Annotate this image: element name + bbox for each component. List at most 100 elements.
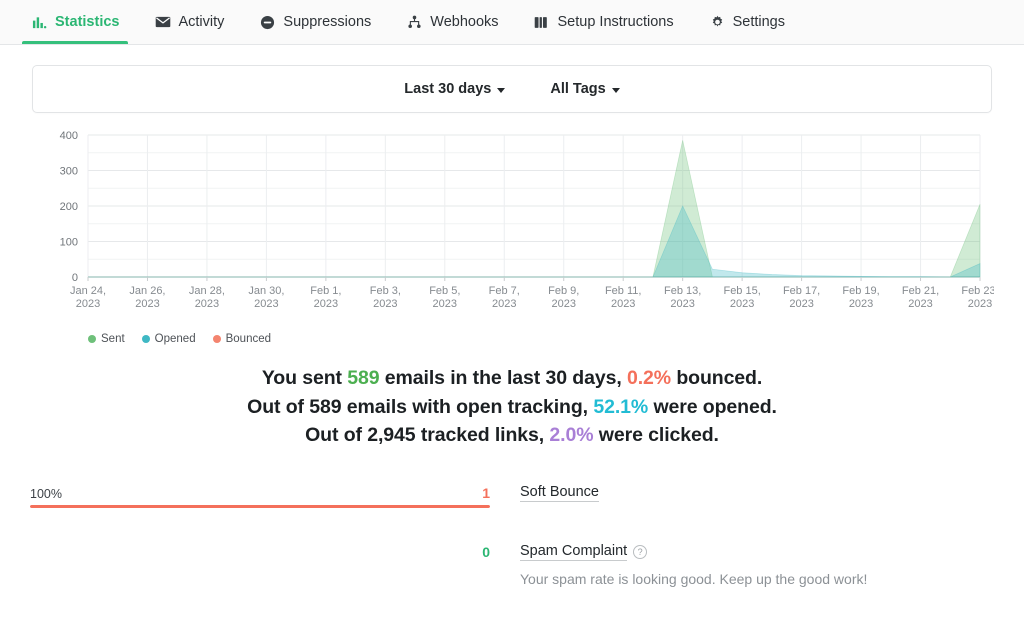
legend-item-sent[interactable]: Sent bbox=[88, 333, 125, 345]
metric-bar-column: 0 bbox=[30, 542, 490, 560]
metric-count: 0 bbox=[482, 544, 490, 560]
tab-label: Statistics bbox=[55, 14, 119, 30]
summary-line2-suffix: were opened. bbox=[648, 396, 777, 418]
summary-line-clicked: Out of 2,945 tracked links, 2.0% were cl… bbox=[0, 422, 1024, 450]
tab-settings[interactable]: Settings bbox=[700, 0, 794, 44]
svg-text:2023: 2023 bbox=[195, 298, 219, 310]
primary-tab-bar: Statistics Activity Suppressions bbox=[0, 0, 1024, 45]
svg-text:2023: 2023 bbox=[314, 298, 338, 310]
envelope-icon bbox=[154, 14, 171, 31]
tab-statistics[interactable]: Statistics bbox=[22, 0, 128, 44]
svg-text:2023: 2023 bbox=[908, 298, 932, 310]
svg-text:2023: 2023 bbox=[968, 298, 992, 310]
summary-line2-prefix: Out of 589 emails with open tracking, bbox=[247, 396, 593, 418]
metric-row-soft-bounce: 100% 1 Soft Bounce bbox=[0, 483, 1024, 508]
summary-line1-suffix: bounced. bbox=[671, 367, 762, 389]
chart-plot-area[interactable]: 0100200300400Jan 24,2023Jan 26,2023Jan 2… bbox=[30, 127, 994, 327]
summary-sent-count: 589 bbox=[347, 367, 379, 389]
metrics-list: 100% 1 Soft Bounce 0 Spam Complaint ? bbox=[0, 483, 1024, 587]
sitemap-icon bbox=[406, 14, 423, 31]
help-circle-icon[interactable]: ? bbox=[633, 545, 647, 559]
svg-text:Feb 9,: Feb 9, bbox=[548, 285, 579, 297]
svg-text:0: 0 bbox=[72, 272, 78, 284]
chart-legend: Sent Opened Bounced bbox=[88, 333, 994, 345]
date-range-dropdown[interactable]: Last 30 days bbox=[404, 81, 505, 97]
chevron-down-icon bbox=[612, 88, 620, 93]
gear-icon bbox=[709, 14, 726, 31]
filter-bar: Last 30 days All Tags bbox=[32, 65, 992, 113]
summary-line-sent: You sent 589 emails in the last 30 days,… bbox=[0, 365, 1024, 393]
metric-topline: 0 bbox=[30, 544, 490, 560]
summary-line3-suffix: were clicked. bbox=[593, 424, 718, 446]
svg-text:200: 200 bbox=[60, 201, 78, 213]
tab-label: Activity bbox=[178, 14, 224, 30]
tab-webhooks[interactable]: Webhooks bbox=[397, 0, 507, 44]
filter-bar-wrap: Last 30 days All Tags bbox=[0, 45, 1024, 113]
svg-text:2023: 2023 bbox=[492, 298, 516, 310]
tags-dropdown[interactable]: All Tags bbox=[550, 81, 619, 97]
svg-text:Feb 19,: Feb 19, bbox=[842, 285, 879, 297]
svg-text:Feb 11,: Feb 11, bbox=[605, 285, 642, 297]
svg-text:Feb 7,: Feb 7, bbox=[489, 285, 520, 297]
metric-label-column: Spam Complaint ? Your spam rate is looki… bbox=[490, 542, 867, 587]
summary-click-rate: 2.0% bbox=[549, 424, 593, 446]
svg-text:2023: 2023 bbox=[670, 298, 694, 310]
summary-line-opened: Out of 589 emails with open tracking, 52… bbox=[0, 394, 1024, 422]
svg-text:2023: 2023 bbox=[611, 298, 635, 310]
summary-bounce-rate: 0.2% bbox=[627, 367, 671, 389]
statistics-chart-block: 0100200300400Jan 24,2023Jan 26,2023Jan 2… bbox=[0, 113, 1024, 345]
bar-chart-icon bbox=[31, 14, 48, 31]
svg-text:Feb 21,: Feb 21, bbox=[902, 285, 939, 297]
book-icon bbox=[534, 14, 551, 31]
svg-text:2023: 2023 bbox=[433, 298, 457, 310]
svg-text:2023: 2023 bbox=[76, 298, 100, 310]
tab-activity[interactable]: Activity bbox=[145, 0, 233, 44]
svg-text:2023: 2023 bbox=[373, 298, 397, 310]
svg-text:2023: 2023 bbox=[254, 298, 278, 310]
svg-text:2023: 2023 bbox=[849, 298, 873, 310]
tab-label: Webhooks bbox=[430, 14, 498, 30]
metric-topline: 100% 1 bbox=[30, 485, 490, 501]
legend-item-opened[interactable]: Opened bbox=[142, 333, 196, 345]
metric-label-soft-bounce[interactable]: Soft Bounce bbox=[520, 484, 599, 502]
metric-count: 1 bbox=[482, 485, 490, 501]
svg-text:Jan 26,: Jan 26, bbox=[129, 285, 165, 297]
tab-setup-instructions[interactable]: Setup Instructions bbox=[525, 0, 683, 44]
svg-text:Jan 28,: Jan 28, bbox=[189, 285, 225, 297]
legend-label: Opened bbox=[155, 333, 196, 345]
metric-label-spam-complaint[interactable]: Spam Complaint bbox=[520, 543, 627, 561]
svg-text:2023: 2023 bbox=[135, 298, 159, 310]
svg-text:300: 300 bbox=[60, 166, 78, 178]
summary-line1-prefix: You sent bbox=[262, 367, 347, 389]
svg-text:100: 100 bbox=[60, 237, 78, 249]
tab-suppressions[interactable]: Suppressions bbox=[250, 0, 380, 44]
metric-label-line: Spam Complaint ? bbox=[520, 543, 867, 561]
metric-subtext: Your spam rate is looking good. Keep up … bbox=[520, 571, 867, 587]
email-volume-area-chart[interactable]: 0100200300400Jan 24,2023Jan 26,2023Jan 2… bbox=[30, 127, 994, 327]
summary-text: You sent 589 emails in the last 30 days,… bbox=[0, 365, 1024, 450]
metric-progress-track bbox=[30, 505, 490, 508]
legend-item-bounced[interactable]: Bounced bbox=[213, 333, 271, 345]
tags-label: All Tags bbox=[550, 81, 605, 97]
svg-text:2023: 2023 bbox=[730, 298, 754, 310]
metric-progress-fill bbox=[30, 505, 490, 508]
svg-text:2023: 2023 bbox=[551, 298, 575, 310]
svg-text:Feb 1,: Feb 1, bbox=[310, 285, 341, 297]
tab-label: Settings bbox=[733, 14, 785, 30]
legend-swatch-opened bbox=[142, 335, 150, 343]
svg-text:Jan 24,: Jan 24, bbox=[70, 285, 106, 297]
legend-swatch-sent bbox=[88, 335, 96, 343]
summary-open-rate: 52.1% bbox=[593, 396, 648, 418]
svg-text:Feb 17,: Feb 17, bbox=[783, 285, 820, 297]
metric-label-column: Soft Bounce bbox=[490, 483, 599, 502]
tab-label: Suppressions bbox=[283, 14, 371, 30]
legend-swatch-bounced bbox=[213, 335, 221, 343]
legend-label: Sent bbox=[101, 333, 125, 345]
summary-line3-prefix: Out of 2,945 tracked links, bbox=[305, 424, 549, 446]
svg-text:2023: 2023 bbox=[789, 298, 813, 310]
metric-bar-column: 100% 1 bbox=[30, 483, 490, 508]
legend-label: Bounced bbox=[226, 333, 271, 345]
minus-circle-icon bbox=[259, 14, 276, 31]
date-range-label: Last 30 days bbox=[404, 81, 491, 97]
tab-label: Setup Instructions bbox=[558, 14, 674, 30]
